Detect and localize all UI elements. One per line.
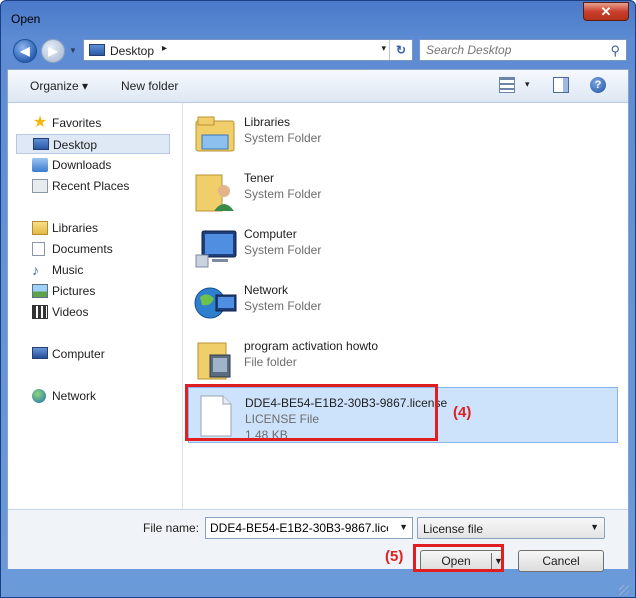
resize-grip[interactable] — [619, 585, 629, 595]
sidebar-item-label: Computer — [52, 347, 105, 361]
file-name-input[interactable] — [210, 521, 388, 535]
search-icon[interactable]: ⚲ — [610, 43, 620, 59]
file-name-dropdown-icon[interactable]: ▼ — [399, 522, 408, 532]
file-item-network[interactable]: Network System Folder — [188, 275, 618, 331]
step5-highlight-box — [413, 544, 504, 572]
title-bar: Open ✕ — [1, 1, 635, 31]
desktop-icon — [33, 138, 49, 150]
folder-icon — [192, 337, 240, 381]
breadcrumb-separator-icon[interactable]: ▸ — [162, 43, 167, 54]
change-view-icon[interactable] — [499, 77, 515, 93]
view-options-dropdown-icon[interactable]: ▾ — [525, 79, 530, 90]
file-name: Libraries — [244, 115, 291, 129]
file-type-select[interactable]: License file ▼ — [417, 517, 605, 539]
file-name: Tener — [244, 171, 275, 185]
file-name: Computer — [244, 227, 297, 241]
computer-icon — [32, 347, 48, 359]
sidebar-item-label: Downloads — [52, 158, 112, 172]
file-type: System Folder — [244, 131, 322, 145]
sidebar-item-label: Network — [52, 389, 97, 403]
desktop-location-icon — [89, 44, 105, 56]
file-item-program-activation-howto[interactable]: program activation howto File folder — [188, 331, 618, 387]
sidebar-item-label: Desktop — [53, 138, 98, 152]
downloads-icon — [32, 158, 48, 172]
navigation-pane: ★ Favorites Desktop Downloads Recent Pla… — [8, 103, 182, 503]
dialog-client-area: Organize ▾ New folder ▾ ? ★ Favorites De… — [7, 69, 629, 572]
sidebar-item-videos[interactable]: Videos — [16, 302, 170, 322]
star-icon: ★ — [32, 114, 48, 131]
libraries-icon — [32, 221, 48, 235]
history-dropdown-icon[interactable]: ▼ — [69, 46, 77, 55]
file-name-combo[interactable]: ▼ — [205, 517, 413, 539]
sidebar-item-desktop[interactable]: Desktop — [16, 134, 170, 154]
sidebar-item-recent-places[interactable]: Recent Places — [16, 176, 170, 196]
step5-annotation: (5) — [385, 548, 404, 565]
back-arrow-icon[interactable]: ◀ — [13, 39, 37, 63]
refresh-icon[interactable]: ↻ — [389, 40, 412, 60]
sidebar-item-music[interactable]: ♪ Music — [16, 260, 170, 280]
search-input[interactable] — [426, 43, 596, 57]
file-name-label: File name: — [143, 521, 200, 535]
file-selection-bar: File name: ▼ License file ▼ Open ▼ Cance… — [8, 509, 628, 572]
preview-pane-icon[interactable] — [553, 77, 569, 93]
window-title: Open — [11, 12, 41, 26]
sidebar-item-label: Videos — [52, 305, 89, 319]
file-item-computer[interactable]: Computer System Folder — [188, 219, 618, 275]
sidebar-item-label: Libraries — [52, 221, 99, 235]
step4-highlight-box — [185, 384, 438, 441]
organize-menu-button[interactable]: Organize ▾ — [30, 79, 88, 93]
file-type-value: License file — [423, 522, 484, 536]
address-bar[interactable]: Desktop ▸ ▾ ↻ — [83, 39, 413, 61]
videos-icon — [32, 305, 48, 319]
file-type: System Folder — [244, 299, 322, 313]
network-icon — [32, 389, 46, 403]
file-item-tener[interactable]: Tener System Folder — [188, 163, 618, 219]
file-type-dropdown-icon[interactable]: ▼ — [590, 522, 599, 532]
pane-divider[interactable] — [182, 103, 183, 509]
user-folder-icon — [192, 169, 240, 213]
new-folder-button[interactable]: New folder — [121, 79, 178, 93]
file-list: Libraries System Folder Tener System Fol… — [184, 103, 626, 509]
sidebar-item-label: Recent Places — [52, 179, 130, 193]
sidebar-item-libraries[interactable]: Libraries — [16, 218, 170, 238]
open-dialog-window: Open ✕ ◀ ▶ ▼ Desktop ▸ ▾ ↻ ⚲ Organize ▾ … — [0, 0, 636, 598]
sidebar-item-label: Pictures — [52, 284, 96, 298]
file-name: program activation howto — [244, 339, 379, 353]
pictures-icon — [32, 284, 48, 298]
navigation-toolbar: ◀ ▶ ▼ Desktop ▸ ▾ ↻ ⚲ — [7, 37, 629, 65]
sidebar-item-network[interactable]: Network — [16, 386, 170, 406]
music-icon: ♪ — [32, 262, 39, 278]
sidebar-item-downloads[interactable]: Downloads — [16, 155, 170, 175]
sidebar-item-pictures[interactable]: Pictures — [16, 281, 170, 301]
file-name: Network — [244, 283, 289, 297]
sidebar-item-favorites[interactable]: ★ Favorites — [16, 113, 170, 133]
network-icon — [192, 281, 240, 325]
sidebar-item-documents[interactable]: Documents — [16, 239, 170, 259]
sidebar-item-label: Favorites — [52, 116, 102, 130]
forward-arrow-icon[interactable]: ▶ — [41, 39, 65, 63]
computer-icon — [192, 225, 240, 269]
libraries-icon — [192, 113, 240, 157]
sidebar-item-label: Music — [52, 263, 84, 277]
search-box[interactable]: ⚲ — [419, 39, 627, 61]
file-type: System Folder — [244, 243, 322, 257]
file-type: System Folder — [244, 187, 322, 201]
close-button[interactable]: ✕ — [583, 2, 629, 21]
file-item-libraries[interactable]: Libraries System Folder — [188, 107, 618, 163]
sidebar-item-computer[interactable]: Computer — [16, 344, 170, 364]
step4-annotation: (4) — [453, 404, 472, 421]
command-bar: Organize ▾ New folder ▾ ? — [8, 70, 628, 103]
sidebar-item-label: Documents — [52, 242, 113, 256]
help-icon[interactable]: ? — [590, 77, 606, 93]
address-dropdown-icon[interactable]: ▾ — [381, 43, 386, 54]
cancel-button[interactable]: Cancel — [518, 550, 604, 572]
documents-icon — [32, 242, 45, 256]
recent-places-icon — [32, 179, 48, 193]
address-location[interactable]: Desktop — [110, 44, 154, 58]
file-type: File folder — [244, 355, 297, 369]
